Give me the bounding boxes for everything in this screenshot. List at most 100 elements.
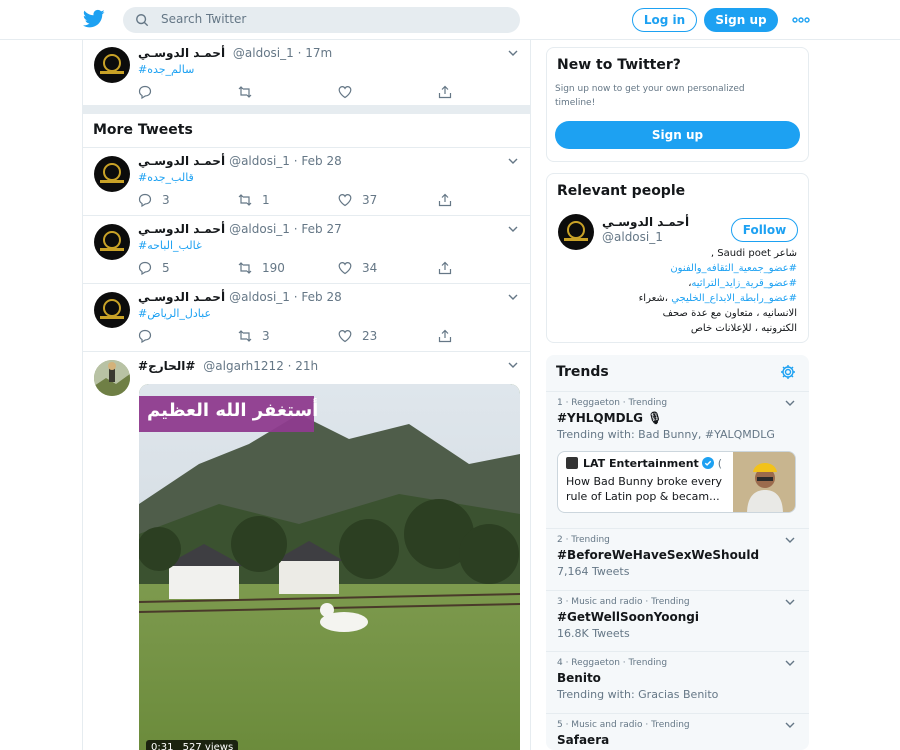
reply-button[interactable]: 3 <box>138 192 170 208</box>
like-button[interactable]: 34 <box>338 260 377 276</box>
reply-icon <box>138 85 152 99</box>
tweet-actions: 3 1 37 <box>138 192 458 208</box>
chevron-down-icon[interactable] <box>785 720 795 730</box>
avatar-emblem <box>103 231 121 249</box>
retweet-button[interactable]: 190 <box>238 260 285 276</box>
avatar-emblem-bar <box>100 248 124 251</box>
avatar[interactable] <box>94 360 130 396</box>
signup-button[interactable]: Sign up <box>704 8 778 32</box>
tweet-hashtag[interactable]: #غالب_الباحه <box>138 239 202 252</box>
share-button[interactable] <box>438 84 462 100</box>
trend-item[interactable]: 4 · Reggaeton · Trending Benito Trending… <box>546 651 809 713</box>
trend-meta: 3 · Music and radio · Trending <box>557 597 690 607</box>
tweet-author-handle[interactable]: @aldosi_1 · Feb 28 <box>229 290 342 304</box>
trend-name[interactable]: #GetWellSoonYoongi <box>557 610 699 624</box>
tweet-author-name[interactable]: أحمـد الدوسـي <box>138 46 225 60</box>
tweet[interactable]: أحمـد الدوسـي @aldosi_1 · Feb 28 #عبادل_ال… <box>83 284 530 352</box>
trend-subtitle: Trending with: Gracias Benito <box>557 688 719 701</box>
news-card[interactable]: LAT Entertainment ( How Bad Bunny broke e… <box>557 451 796 513</box>
chevron-down-icon[interactable] <box>508 224 518 234</box>
tweet-author-name[interactable]: أحمـد الدوسـي <box>138 222 225 236</box>
signup-button-large[interactable]: Sign up <box>555 121 800 149</box>
video-player[interactable]: أستغفر الله العظيم 0:31 527 views <box>139 384 520 750</box>
follow-button[interactable]: Follow <box>731 218 798 242</box>
tweet[interactable]: #الحارج# @algarh1212 · 21h أستغفر الله ا… <box>83 352 530 750</box>
news-headline[interactable]: How Bad Bunny broke every rule of Latin … <box>566 474 731 504</box>
tweet-hashtag[interactable]: #عبادل_الرياض <box>138 307 211 320</box>
chevron-down-icon[interactable] <box>508 156 518 166</box>
share-button[interactable] <box>438 192 462 208</box>
trend-name[interactable]: Safaera <box>557 733 609 747</box>
bio-hashtag-link[interactable]: #عضو_قرية_زايد_التراثيه <box>691 278 797 289</box>
section-divider <box>83 106 530 114</box>
tweet-author-handle[interactable]: @aldosi_1 · 17m <box>233 46 332 60</box>
chevron-down-icon[interactable] <box>508 360 518 370</box>
like-button[interactable]: 37 <box>338 192 377 208</box>
like-button[interactable] <box>338 84 362 100</box>
avatar-emblem-bar <box>564 238 588 241</box>
news-source-name[interactable]: LAT Entertainment <box>583 457 699 470</box>
trend-item[interactable]: 2 · Trending #BeforeWeHaveSexWeShould 7,… <box>546 528 809 590</box>
tweet[interactable]: أحمـد الدوسـي @aldosi_1 · Feb 28 #قالب_جده… <box>83 148 530 216</box>
gear-icon[interactable] <box>780 364 796 380</box>
reply-button[interactable] <box>138 328 162 344</box>
relevant-people-card: Relevant people أحمـد الدوسـي @aldosi_1 … <box>546 173 809 343</box>
trend-name[interactable]: Benito <box>557 671 601 685</box>
trend-item[interactable]: 5 · Music and radio · Trending Safaera <box>546 713 809 750</box>
tweet-author-name[interactable]: أحمـد الدوسـي <box>138 154 225 168</box>
video-duration: 0:31 <box>151 742 174 750</box>
tweet[interactable]: أحمـد الدوسـي @aldosi_1 · Feb 27 #غالب_الب… <box>83 216 530 284</box>
tweet-author-name[interactable]: #الحارج# <box>138 359 195 373</box>
avatar[interactable] <box>558 214 594 250</box>
share-button[interactable] <box>438 328 462 344</box>
tweet-author-handle[interactable]: @aldosi_1 · Feb 27 <box>229 222 342 236</box>
chevron-down-icon[interactable] <box>785 597 795 607</box>
avatar[interactable] <box>94 47 130 83</box>
new-to-twitter-card: New to Twitter? Sign up now to get your … <box>546 47 809 162</box>
avatar-emblem-bar <box>100 316 124 319</box>
verified-badge-icon <box>701 457 714 469</box>
chevron-down-icon[interactable] <box>785 535 795 545</box>
bio-hashtag-link[interactable]: #عضو_جمعية_الثقافه_والفنون <box>587 261 797 276</box>
retweet-count: 3 <box>262 329 270 343</box>
retweet-button[interactable] <box>238 84 262 100</box>
heart-icon <box>338 261 352 275</box>
person-handle[interactable]: @aldosi_1 <box>602 230 663 244</box>
avatar-emblem <box>103 299 121 317</box>
more-options-icon[interactable] <box>792 11 810 29</box>
tweet[interactable]: أحمـد الدوسـي @aldosi_1 · 17m #سالم_جده <box>83 40 530 106</box>
chevron-down-icon[interactable] <box>508 48 518 58</box>
search-input[interactable]: Search Twitter <box>123 7 520 33</box>
tweet-hashtag[interactable]: #سالم_جده <box>138 63 194 76</box>
tweet-author-name[interactable]: أحمـد الدوسـي <box>138 290 225 304</box>
tweet-author-handle[interactable]: @aldosi_1 · Feb 28 <box>229 154 342 168</box>
share-button[interactable] <box>438 260 462 276</box>
trend-meta: 1 · Reggaeton · Trending <box>557 398 668 408</box>
tweet-author-handle[interactable]: @algarh1212 · 21h <box>203 359 318 373</box>
login-button[interactable]: Log in <box>632 8 697 32</box>
trend-name[interactable]: #BeforeWeHaveSexWeShould <box>557 548 759 562</box>
avatar[interactable] <box>94 224 130 260</box>
retweet-button[interactable]: 3 <box>238 328 270 344</box>
chevron-down-icon[interactable] <box>508 292 518 302</box>
bio-hashtag-link[interactable]: #عضو_رابطة_الابداع_الخليجي <box>671 293 797 304</box>
tweet-hashtag[interactable]: #قالب_جده <box>138 171 194 184</box>
retweet-button[interactable]: 1 <box>238 192 270 208</box>
reply-button[interactable] <box>138 84 162 100</box>
trend-name[interactable]: #YHLQMDLG 🎙 <box>557 411 662 425</box>
twitter-logo-icon[interactable] <box>83 9 105 29</box>
like-button[interactable]: 23 <box>338 328 377 344</box>
trend-item[interactable]: 1 · Reggaeton · Trending #YHLQMDLG 🎙 Tre… <box>546 391 809 528</box>
trend-item[interactable]: 3 · Music and radio · Trending #GetWellS… <box>546 590 809 651</box>
chevron-down-icon[interactable] <box>785 658 795 668</box>
chevron-down-icon[interactable] <box>785 398 795 408</box>
person-name[interactable]: أحمـد الدوسـي <box>602 215 689 229</box>
avatar[interactable] <box>94 292 130 328</box>
reply-icon <box>138 193 152 207</box>
heart-icon <box>338 85 352 99</box>
main-timeline: أحمـد الدوسـي @aldosi_1 · 17m #سالم_جده … <box>82 40 531 750</box>
reply-button[interactable]: 5 <box>138 260 170 276</box>
retweet-icon <box>238 262 252 274</box>
avatar[interactable] <box>94 156 130 192</box>
bio-line: شاعر Saudi poet , <box>710 248 797 259</box>
